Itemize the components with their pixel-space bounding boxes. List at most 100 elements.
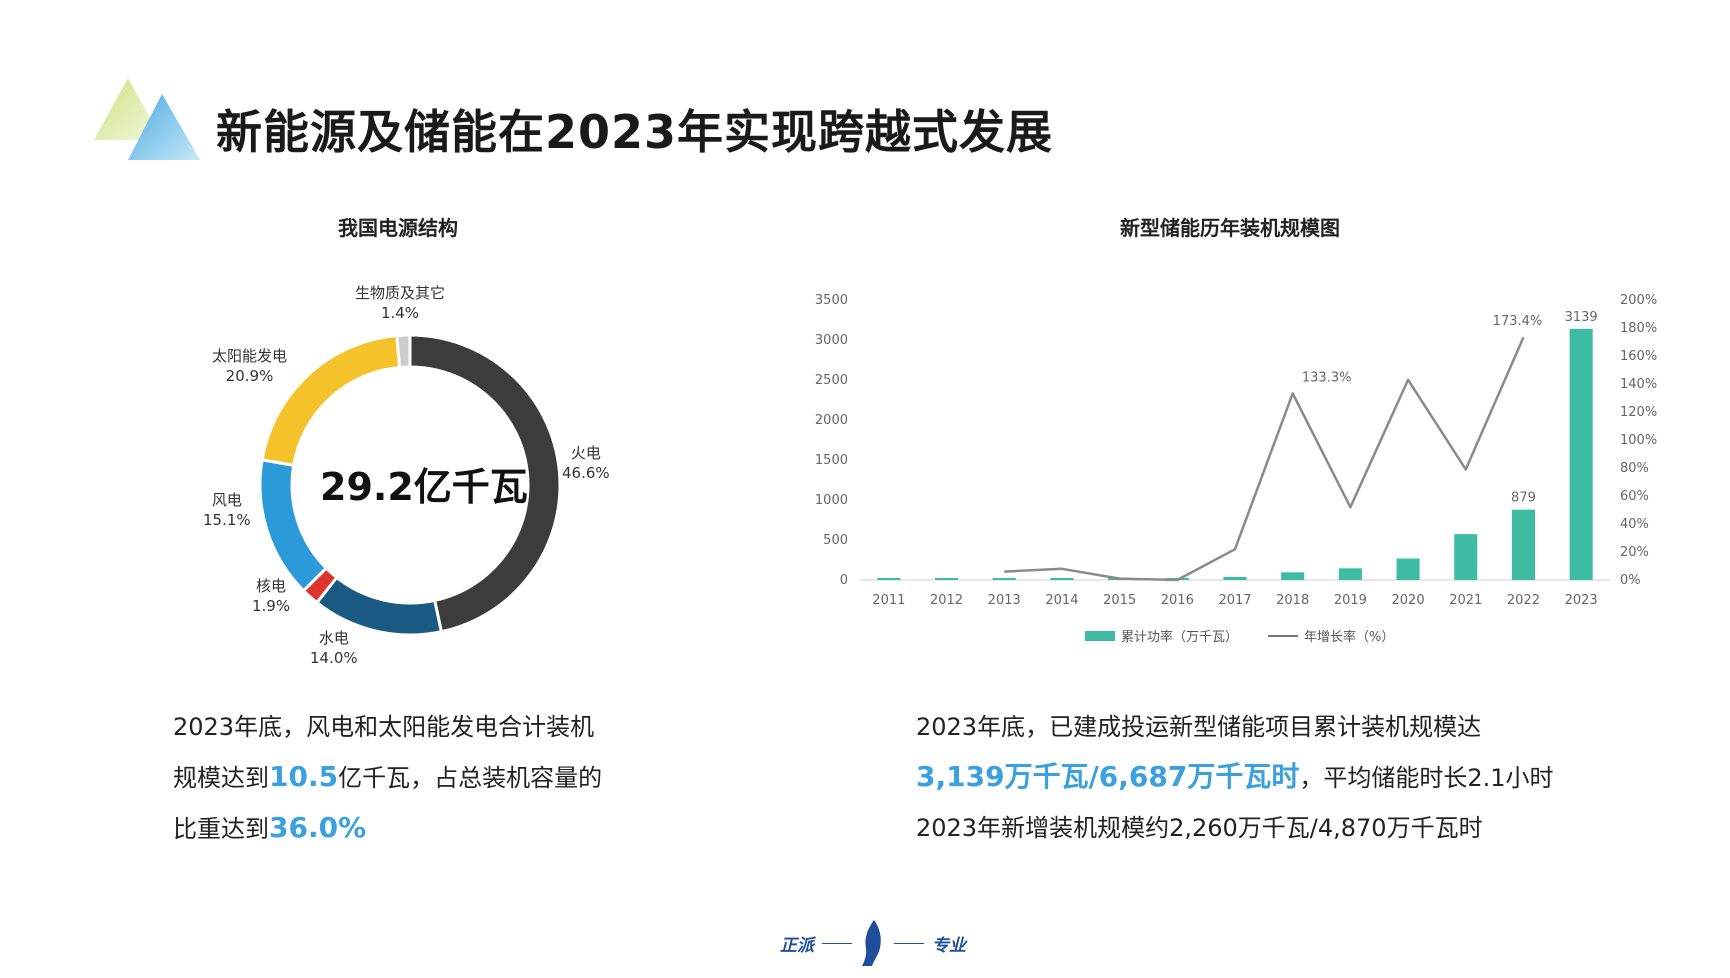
y2-tick-label: 160% [1620, 349, 1657, 364]
right-line-2-suffix: ，平均储能时长2.1小时 [1299, 764, 1554, 792]
left-line-3: 比重达到36.0% [173, 803, 602, 854]
left-line-2-suffix: 亿千瓦，占总装机容量的 [338, 764, 603, 792]
y-tick-label: 3000 [815, 333, 848, 348]
wind-pct: 15.1% [203, 511, 251, 529]
y2-tick-label: 200% [1620, 293, 1657, 308]
x-tick-label: 2020 [1392, 593, 1425, 608]
right-summary: 2023年底，已建成投运新型储能项目累计装机规模达 3,139万千瓦/6,687… [916, 702, 1554, 853]
left-highlight-share: 36.0% [269, 811, 367, 844]
right-line-3: 2023年新增装机规模约2,260万千瓦/4,870万千瓦时 [916, 814, 1483, 842]
bar-2023 [1569, 328, 1593, 580]
x-tick-label: 2013 [988, 593, 1021, 608]
x-tick-label: 2023 [1565, 593, 1598, 608]
y2-tick-label: 80% [1620, 461, 1649, 476]
x-tick-label: 2017 [1218, 593, 1251, 608]
logo-triangles-icon [94, 78, 200, 160]
donut-slice-3 [258, 458, 329, 593]
right-line-1: 2023年底，已建成投运新型储能项目累计装机规模达 [916, 713, 1482, 741]
footer-left-text: 正派 [780, 935, 814, 956]
y2-tick-label: 20% [1620, 545, 1649, 560]
left-line-3-prefix: 比重达到 [173, 815, 269, 843]
y2-tick-label: 40% [1620, 517, 1649, 532]
left-line-2: 规模达到10.5亿千瓦，占总装机容量的 [173, 752, 602, 803]
bar-2012 [935, 578, 959, 580]
page-title: 新能源及储能在2023年实现跨越式发展 [216, 105, 1054, 159]
bar-2017 [1223, 576, 1247, 580]
x-tick-label: 2016 [1161, 593, 1194, 608]
nuclear-name: 核电 [256, 577, 287, 595]
donut-slice-5 [395, 333, 412, 370]
legend-bar-label: 累计功率（万千瓦） [1121, 630, 1239, 645]
bar-2019 [1338, 568, 1362, 580]
left-line-2-prefix: 规模达到 [173, 764, 269, 792]
donut-slice-1 [314, 575, 444, 637]
bar-2021 [1454, 534, 1478, 580]
bio-pct: 1.4% [380, 304, 420, 322]
y-tick-label: 0 [840, 573, 848, 588]
bar-2018 [1281, 572, 1305, 580]
legend-line-swatch [1268, 634, 1299, 637]
donut-label-solar: 太阳能发电 20.9% [212, 346, 287, 386]
x-tick-label: 2012 [930, 593, 963, 608]
nuclear-pct: 1.9% [252, 597, 291, 615]
storage-chart-title: 新型储能历年装机规模图 [1120, 216, 1340, 240]
left-line-1: 2023年底，风电和太阳能发电合计装机 [173, 713, 595, 741]
y2-tick-label: 60% [1620, 489, 1649, 504]
y2-tick-label: 0% [1620, 573, 1641, 588]
y-tick-label: 3500 [815, 293, 848, 308]
donut-label-fire: 火电 46.6% [562, 443, 610, 483]
legend-bar-swatch [1085, 630, 1115, 641]
footer-right-text: 专业 [932, 935, 966, 956]
x-tick-label: 2022 [1507, 593, 1540, 608]
bar-2011 [877, 578, 901, 580]
hydro-pct: 14.0% [310, 649, 358, 667]
fire-pct: 46.6% [562, 464, 610, 482]
line-data-label: 173.4% [1493, 314, 1543, 329]
chart-legend: 累计功率（万千瓦） 年增长率（%） [1085, 626, 1394, 645]
bio-name: 生物质及其它 [355, 284, 446, 302]
x-tick-label: 2011 [872, 593, 905, 608]
storage-bar-line-chart: 0 500 1000 1500 2000 2500 3000 3500 0% 20% 40% 60% 8… [815, 293, 1657, 608]
bar-2020 [1396, 558, 1420, 580]
right-line-2: 3,139万千瓦/6,687万千瓦时，平均储能时长2.1小时 [916, 752, 1554, 803]
donut-label-bio: 生物质及其它 1.4% [355, 283, 445, 323]
solar-name: 太阳能发电 [212, 347, 288, 365]
y-tick-label: 1500 [815, 453, 848, 468]
y2-tick-label: 180% [1620, 321, 1657, 336]
x-tick-label: 2021 [1449, 593, 1482, 608]
legend-line-label: 年增长率（%） [1304, 630, 1395, 645]
x-tick-label: 2018 [1276, 593, 1309, 608]
line-data-label: 133.3% [1302, 370, 1352, 385]
y-tick-label: 500 [823, 533, 848, 548]
brand-figure-icon [862, 920, 881, 966]
donut-center-total: 29.2亿千瓦 [320, 465, 528, 509]
footer-divider-right [894, 942, 924, 944]
x-tick-label: 2019 [1334, 593, 1367, 608]
x-tick-label: 2014 [1045, 593, 1078, 608]
y2-tick-label: 120% [1620, 405, 1657, 420]
y2-tick-label: 140% [1620, 377, 1657, 392]
footer-divider-left [822, 942, 852, 944]
donut-label-nuclear: 核电 1.9% [252, 576, 290, 616]
y2-tick-label: 100% [1620, 433, 1657, 448]
growth-rate-line [1004, 336, 1525, 582]
left-summary: 2023年底，风电和太阳能发电合计装机 规模达到10.5亿千瓦，占总装机容量的 … [173, 702, 602, 854]
donut-label-hydro: 水电 14.0% [310, 628, 358, 668]
bar-2013 [992, 578, 1016, 580]
right-highlight-capacity: 3,139万千瓦/6,687万千瓦时 [916, 760, 1300, 793]
bar-2014 [1050, 578, 1074, 580]
wind-name: 风电 [211, 491, 242, 509]
bar-data-label: 879 [1511, 491, 1536, 506]
donut-chart-title: 我国电源结构 [338, 216, 458, 240]
y-tick-label: 2500 [815, 373, 848, 388]
left-highlight-capacity: 10.5 [269, 760, 339, 793]
bar-2022 [1511, 509, 1535, 580]
y-tick-label: 1000 [815, 493, 848, 508]
donut-label-wind: 风电 15.1% [203, 490, 251, 530]
fire-name: 火电 [570, 444, 601, 462]
solar-pct: 20.9% [225, 367, 274, 385]
bar-data-label: 3139 [1565, 310, 1598, 325]
y-tick-label: 2000 [815, 413, 848, 428]
footer-brand: 正派 专业 [780, 920, 966, 966]
x-tick-label: 2015 [1103, 593, 1136, 608]
